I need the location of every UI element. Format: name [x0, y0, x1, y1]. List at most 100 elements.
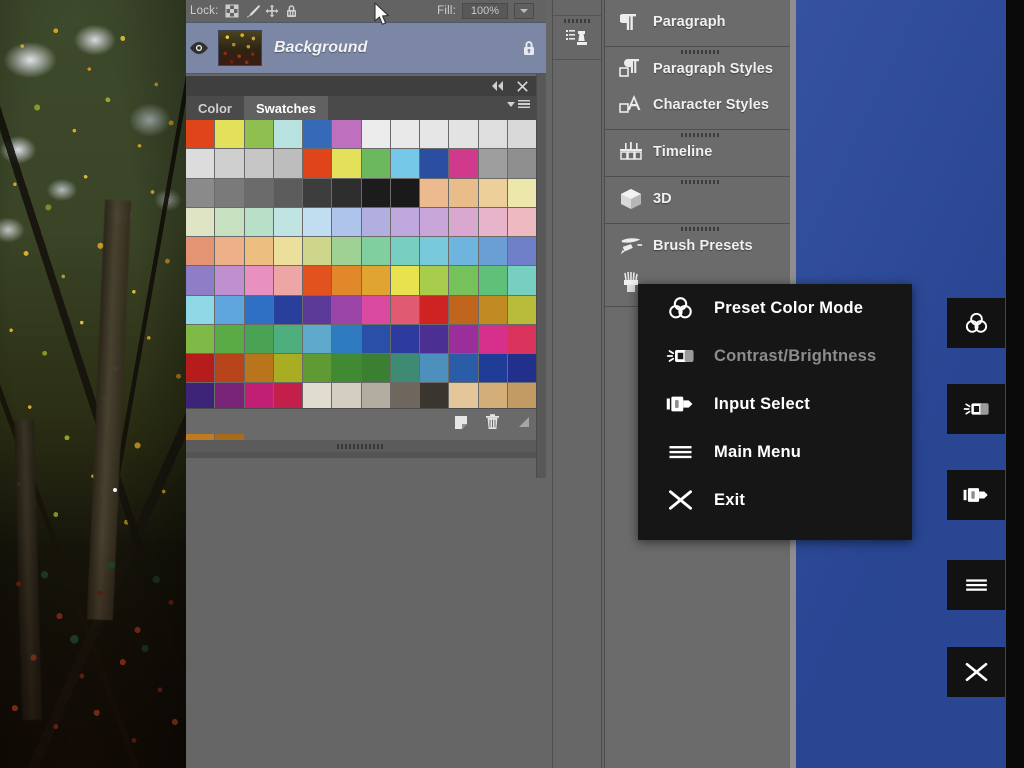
swatch-cell[interactable]	[215, 266, 243, 294]
swatch-cell[interactable]	[245, 325, 273, 353]
swatch-cell[interactable]	[186, 149, 214, 177]
swatch-cell[interactable]	[420, 237, 448, 265]
swatch-cell[interactable]	[362, 179, 390, 207]
swatch-cell[interactable]	[449, 296, 477, 324]
swatch-cell[interactable]	[245, 296, 273, 324]
lock-image-icon[interactable]	[245, 4, 259, 18]
swatch-cell[interactable]	[420, 325, 448, 353]
swatch-cell[interactable]	[245, 354, 273, 382]
swatch-cell[interactable]	[508, 354, 536, 382]
swatch-cell[interactable]	[245, 208, 273, 236]
swatch-cell[interactable]	[303, 237, 331, 265]
double-chevron-left-icon[interactable]	[491, 81, 505, 91]
lock-transparency-icon[interactable]	[225, 4, 239, 18]
swatch-cell[interactable]	[274, 354, 302, 382]
swatch-cell[interactable]	[479, 325, 507, 353]
swatch-cell[interactable]	[332, 325, 360, 353]
swatch-cell[interactable]	[303, 296, 331, 324]
swatch-cell[interactable]	[245, 179, 273, 207]
swatch-cell[interactable]	[303, 120, 331, 148]
swatch-cell[interactable]	[479, 266, 507, 294]
swatch-cell[interactable]	[449, 179, 477, 207]
tab-swatches[interactable]: Swatches	[244, 96, 328, 120]
panel-item-timeline[interactable]: Timeline	[605, 134, 796, 170]
swatch-cell[interactable]	[391, 208, 419, 236]
swatch-cell[interactable]	[420, 120, 448, 148]
swatch-cell[interactable]	[332, 120, 360, 148]
swatch-cell[interactable]	[215, 237, 243, 265]
swatch-cell[interactable]	[274, 179, 302, 207]
grip-dots-icon[interactable]	[681, 133, 721, 137]
swatch-cell[interactable]	[186, 266, 214, 294]
osd-menu-item-exit[interactable]: Exit	[638, 476, 912, 524]
swatch-cell[interactable]	[186, 120, 214, 148]
swatch-cell[interactable]	[303, 208, 331, 236]
swatch-cell[interactable]	[391, 266, 419, 294]
swatch-cell[interactable]	[449, 237, 477, 265]
fill-value-input[interactable]: 100%	[462, 3, 508, 19]
swatch-cell[interactable]	[391, 354, 419, 382]
panel-menu-icon[interactable]	[507, 100, 530, 109]
swatch-cell[interactable]	[508, 266, 536, 294]
swatch-cell[interactable]	[479, 354, 507, 382]
swatch-cell[interactable]	[274, 208, 302, 236]
swatch-cell[interactable]	[274, 325, 302, 353]
swatch-cell[interactable]	[362, 120, 390, 148]
lock-position-icon[interactable]	[265, 4, 279, 18]
swatch-cell[interactable]	[332, 354, 360, 382]
swatch-cell[interactable]	[479, 149, 507, 177]
swatch-cell[interactable]	[449, 208, 477, 236]
swatch-cell[interactable]	[332, 149, 360, 177]
swatch-cell[interactable]	[391, 120, 419, 148]
swatch-cell[interactable]	[332, 208, 360, 236]
swatch-cell[interactable]	[274, 120, 302, 148]
swatch-cell[interactable]	[508, 208, 536, 236]
osd-button-main-menu[interactable]	[947, 560, 1005, 610]
swatch-cell[interactable]	[186, 296, 214, 324]
osd-menu-item-input-select[interactable]: Input Select	[638, 380, 912, 428]
swatch-cell[interactable]	[362, 149, 390, 177]
layer-lock-icon[interactable]	[512, 39, 546, 57]
swatch-cell[interactable]	[391, 325, 419, 353]
swatch-cell[interactable]	[508, 237, 536, 265]
swatch-cell[interactable]	[362, 266, 390, 294]
swatch-cell[interactable]	[420, 296, 448, 324]
swatch-cell[interactable]	[303, 266, 331, 294]
swatch-cell[interactable]	[449, 325, 477, 353]
swatch-cell[interactable]	[420, 354, 448, 382]
swatch-cell[interactable]	[479, 296, 507, 324]
grip-dots-icon[interactable]	[681, 227, 721, 231]
osd-menu-item-main-menu[interactable]: Main Menu	[638, 428, 912, 476]
swatch-cell[interactable]	[449, 354, 477, 382]
osd-button-input-select[interactable]	[947, 470, 1005, 520]
dock-item-clone-source[interactable]	[553, 16, 601, 60]
swatch-cell[interactable]	[479, 208, 507, 236]
swatch-cell[interactable]	[508, 296, 536, 324]
swatch-cell[interactable]	[274, 149, 302, 177]
eye-icon[interactable]	[186, 41, 212, 55]
swatch-cell[interactable]	[332, 179, 360, 207]
lock-all-icon[interactable]	[285, 4, 299, 18]
swatch-cell[interactable]	[215, 120, 243, 148]
swatch-cell[interactable]	[362, 208, 390, 236]
new-swatch-icon[interactable]	[453, 414, 469, 430]
osd-button-preset-color-mode[interactable]	[947, 298, 1005, 348]
swatch-cell[interactable]	[245, 237, 273, 265]
swatch-cell[interactable]	[245, 266, 273, 294]
osd-button-contrast-brightness[interactable]	[947, 384, 1005, 434]
swatch-cell[interactable]	[245, 120, 273, 148]
panel-corner-resize-icon[interactable]	[516, 416, 530, 428]
swatch-cell[interactable]	[274, 296, 302, 324]
swatch-cell[interactable]	[508, 149, 536, 177]
swatch-cell[interactable]	[391, 296, 419, 324]
layer-thumbnail[interactable]	[218, 30, 262, 66]
panel-resize-grip[interactable]	[186, 440, 536, 452]
swatch-cell[interactable]	[449, 120, 477, 148]
swatch-cell[interactable]	[274, 266, 302, 294]
swatch-cell[interactable]	[508, 325, 536, 353]
swatch-cell[interactable]	[449, 266, 477, 294]
swatch-cell[interactable]	[215, 208, 243, 236]
fill-dropdown-button[interactable]	[514, 3, 534, 19]
swatch-cell[interactable]	[332, 237, 360, 265]
swatch-cell[interactable]	[362, 325, 390, 353]
